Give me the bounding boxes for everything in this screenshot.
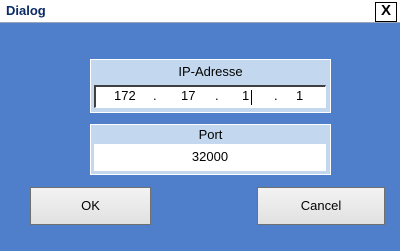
- ip-separator: .: [153, 88, 157, 103]
- ip-separator: .: [215, 88, 219, 103]
- title-bar: Dialog X: [0, 0, 400, 23]
- ip-address-input[interactable]: 172 . 17 . 1 . 1: [94, 85, 326, 108]
- close-icon: X: [380, 2, 391, 19]
- ip-address-label: IP-Adresse: [178, 64, 243, 79]
- ok-button[interactable]: OK: [30, 187, 151, 225]
- port-group: Port 32000: [90, 124, 331, 175]
- ip-octet-4[interactable]: 1: [296, 88, 303, 103]
- ip-octet-1[interactable]: 172: [114, 88, 136, 103]
- port-label: Port: [198, 127, 223, 142]
- ip-octet-2[interactable]: 17: [181, 88, 195, 103]
- port-input[interactable]: 32000: [94, 144, 326, 171]
- close-button[interactable]: X: [375, 2, 397, 22]
- ip-octet-3[interactable]: 1: [242, 88, 249, 103]
- cancel-button[interactable]: Cancel: [257, 187, 385, 225]
- text-caret: [251, 90, 252, 105]
- ip-separator: .: [274, 88, 278, 103]
- window-title: Dialog: [6, 3, 46, 18]
- ip-address-group: IP-Adresse 172 . 17 . 1 . 1: [90, 59, 331, 113]
